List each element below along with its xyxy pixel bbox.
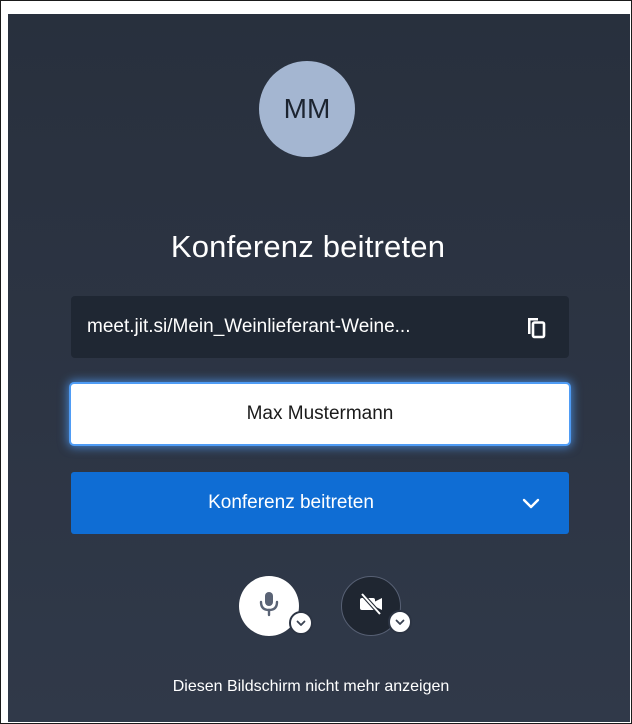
microphone-options-chevron[interactable]	[289, 611, 313, 635]
chevron-down-icon[interactable]	[519, 491, 543, 515]
join-conference-label: Konferenz beitreten	[208, 492, 374, 513]
display-name-input[interactable]	[71, 384, 569, 444]
prejoin-screen: MM Konferenz beitreten meet.jit.si/Mein_…	[8, 14, 630, 722]
copy-icon[interactable]	[521, 312, 551, 342]
camera-off-icon	[356, 589, 386, 624]
dont-show-again-link[interactable]: Diesen Bildschirm nicht mehr anzeigen	[8, 678, 614, 696]
avatar: MM	[259, 61, 355, 157]
meeting-url-box: meet.jit.si/Mein_Weinlieferant-Weine...	[71, 296, 569, 358]
join-conference-button[interactable]: Konferenz beitreten	[71, 472, 569, 534]
page-title: Konferenz beitreten	[170, 229, 446, 264]
meeting-url-text: meet.jit.si/Mein_Weinlieferant-Weine...	[87, 316, 411, 337]
avatar-initials: MM	[283, 93, 331, 124]
microphone-icon	[256, 589, 282, 624]
camera-options-chevron[interactable]	[388, 610, 412, 634]
